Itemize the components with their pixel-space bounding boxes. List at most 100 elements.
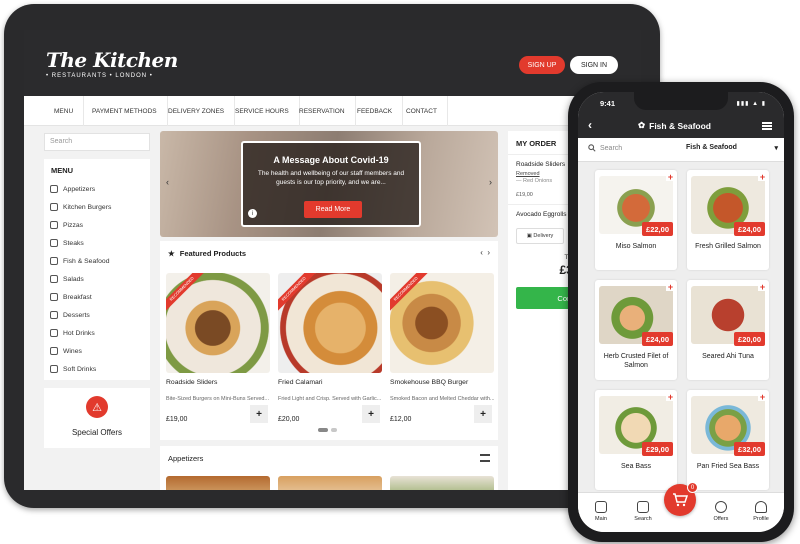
- product-photo: RECOMMENDED: [278, 273, 382, 373]
- food-card[interactable]: + £24,00 Fresh Grilled Salmon: [687, 170, 769, 270]
- recommended-ribbon: RECOMMENDED: [166, 273, 207, 314]
- product-card[interactable]: RECOMMENDED Fried Calamari Fried Light a…: [278, 273, 382, 423]
- phone-device: 9:41 ▮▮▮ ▲ ▮ ‹ ✿ Fish & Seafood Search Fi…: [568, 82, 794, 542]
- info-icon[interactable]: i: [248, 209, 257, 218]
- food-name: Miso Salmon: [615, 243, 657, 250]
- food-card[interactable]: + £20,00 Seared Ahi Tuna: [687, 280, 769, 380]
- tablet-device: The Kitchen • RESTAURANTS • LONDON • SIG…: [4, 4, 660, 508]
- menu-item-label: Breakfast: [63, 293, 92, 301]
- phone-search-input[interactable]: Search: [588, 144, 622, 152]
- read-more-button[interactable]: Read More: [304, 201, 362, 218]
- list-view-icon[interactable]: [480, 454, 490, 462]
- special-offers-label: Special Offers: [71, 428, 123, 437]
- food-card[interactable]: + £22,00 Miso Salmon: [595, 170, 677, 270]
- featured-nav[interactable]: ‹ ›: [480, 248, 490, 257]
- product-desc: Fried Light and Crisp. Served with Garli…: [278, 396, 382, 402]
- appetizer-photo[interactable]: [390, 476, 494, 490]
- menu-icon[interactable]: [762, 122, 772, 130]
- menu-item-desserts[interactable]: Desserts: [48, 306, 146, 324]
- tab-main[interactable]: Main: [584, 501, 618, 522]
- nav-delivery-zones[interactable]: DELIVERY ZONES: [158, 96, 236, 126]
- appetizer-photo[interactable]: [278, 476, 382, 490]
- add-icon[interactable]: +: [666, 392, 675, 402]
- menu-item-appetizers[interactable]: Appetizers: [48, 180, 146, 198]
- banner-next-icon[interactable]: ›: [489, 177, 492, 187]
- brand-logo[interactable]: The Kitchen • RESTAURANTS • LONDON •: [46, 48, 178, 79]
- menu-item-pizzas[interactable]: Pizzas: [48, 216, 146, 234]
- phone-screen: 9:41 ▮▮▮ ▲ ▮ ‹ ✿ Fish & Seafood Search Fi…: [578, 92, 784, 532]
- product-card[interactable]: RECOMMENDED Roadside Sliders Bite-Sized …: [166, 273, 270, 423]
- menu-item-fish-seafood[interactable]: Fish & Seafood: [48, 252, 146, 270]
- food-card[interactable]: + £24,00 Herb Crusted Filet of Salmon: [595, 280, 677, 380]
- appetizer-photo[interactable]: [166, 476, 270, 490]
- steak-icon: [50, 239, 58, 247]
- menu-item-label: Fish & Seafood: [63, 257, 110, 265]
- tab-offers[interactable]: Offers: [704, 501, 738, 522]
- product-name: Smokehouse BBQ Burger: [390, 379, 469, 386]
- nav-payment-methods[interactable]: PAYMENT METHODS: [82, 96, 168, 126]
- main-content: ‹ › A Message About Covid-19 The health …: [160, 131, 498, 490]
- add-icon[interactable]: +: [666, 282, 675, 292]
- carousel-dots[interactable]: [318, 428, 337, 432]
- menu-item-label: Appetizers: [63, 185, 96, 193]
- nav-feedback[interactable]: FEEDBACK: [347, 96, 404, 126]
- price-tag: £24,00: [642, 332, 673, 346]
- featured-header: ★ Featured Products: [160, 241, 498, 265]
- nav-contact[interactable]: CONTACT: [396, 96, 448, 126]
- nav-reservation[interactable]: RESERVATION: [289, 96, 356, 126]
- carousel-dot[interactable]: [318, 428, 328, 432]
- menu-item-breakfast[interactable]: Breakfast: [48, 288, 146, 306]
- menu-item-label: Salads: [63, 275, 84, 283]
- food-name: Pan Fried Sea Bass: [696, 463, 760, 470]
- search-placeholder: Search: [600, 144, 623, 152]
- site-header: The Kitchen • RESTAURANTS • LONDON • SIG…: [24, 30, 641, 96]
- menu-item-hot-drinks[interactable]: Hot Drinks: [48, 324, 146, 342]
- search-icon: [588, 144, 596, 152]
- menu-item-salads[interactable]: Salads: [48, 270, 146, 288]
- menu-item-wines[interactable]: Wines: [48, 342, 146, 360]
- delivery-icon: ▣: [526, 233, 534, 239]
- covid-banner: ‹ › A Message About Covid-19 The health …: [160, 131, 498, 237]
- carousel-dot[interactable]: [331, 428, 337, 432]
- delivery-toggle[interactable]: ▣ Delivery: [516, 228, 564, 244]
- price-tag: £24,00: [734, 222, 765, 236]
- chevron-down-icon: ▾: [774, 145, 778, 152]
- menu-item-kitchen-burgers[interactable]: Kitchen Burgers: [48, 198, 146, 216]
- fish-icon: ✿: [638, 120, 646, 130]
- search-input[interactable]: Search: [44, 133, 150, 151]
- cart-button[interactable]: 0: [664, 482, 698, 516]
- cart-icon: [673, 493, 688, 507]
- star-icon: ★: [168, 248, 175, 258]
- app-title: ✿ Fish & Seafood: [638, 120, 711, 131]
- add-to-cart-button[interactable]: +: [250, 405, 268, 423]
- add-icon[interactable]: +: [758, 172, 767, 182]
- pizza-icon: [50, 221, 58, 229]
- add-icon[interactable]: +: [758, 282, 767, 292]
- bell-icon: ⚠: [86, 396, 108, 418]
- signin-button[interactable]: SIGN IN: [570, 56, 618, 74]
- add-to-cart-button[interactable]: +: [362, 405, 380, 423]
- add-to-cart-button[interactable]: +: [474, 405, 492, 423]
- tab-search[interactable]: Search: [626, 501, 660, 522]
- menu-item-soft-drinks[interactable]: Soft Drinks: [48, 360, 146, 378]
- banner-title: A Message About Covid-19: [273, 155, 389, 165]
- signup-button[interactable]: SIGN UP: [519, 56, 565, 74]
- back-icon[interactable]: ‹: [588, 118, 592, 132]
- price-tag: £32,00: [734, 442, 765, 456]
- product-card[interactable]: RECOMMENDED Smokehouse BBQ Burger Smoked…: [390, 273, 494, 423]
- fish-icon: [50, 257, 58, 265]
- category-select[interactable]: Fish & Seafood ▾: [686, 144, 778, 152]
- appetizers-section: Appetizers: [160, 446, 498, 490]
- nav-menu[interactable]: MENU: [44, 96, 85, 126]
- add-icon[interactable]: +: [666, 172, 675, 182]
- app-title-text: Fish & Seafood: [649, 120, 711, 131]
- food-card[interactable]: + £32,00 Pan Fried Sea Bass: [687, 390, 769, 490]
- banner-prev-icon[interactable]: ‹: [166, 177, 169, 187]
- add-icon[interactable]: +: [758, 392, 767, 402]
- special-offers-card[interactable]: ⚠ Special Offers: [44, 388, 150, 448]
- food-card[interactable]: + £29,00 Sea Bass: [595, 390, 677, 490]
- menu-item-steaks[interactable]: Steaks: [48, 234, 146, 252]
- menu-item-label: Hot Drinks: [63, 329, 95, 337]
- tab-profile[interactable]: Profile: [744, 501, 778, 522]
- salad-icon: [50, 275, 58, 283]
